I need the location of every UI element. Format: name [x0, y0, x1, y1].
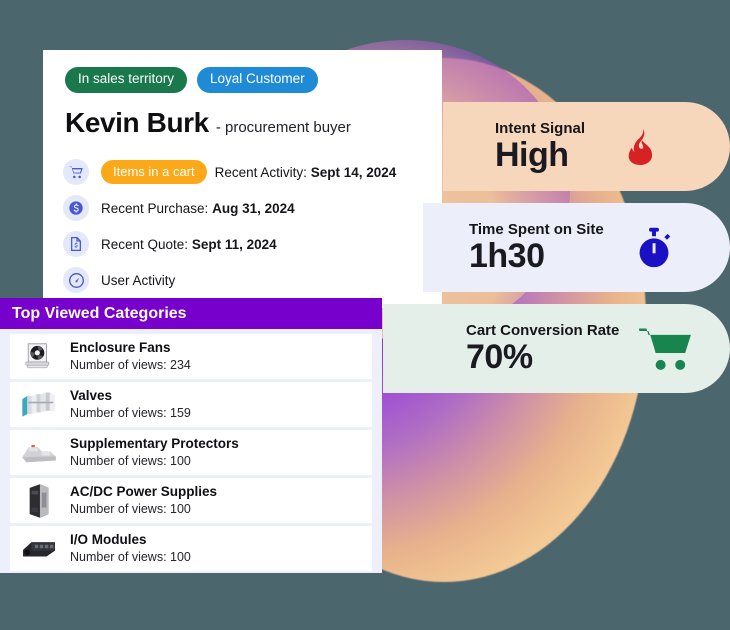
stat-card-time-spent: Time Spent on Site 1h30: [423, 203, 730, 292]
stat-card-intent-signal: Intent Signal High: [443, 102, 730, 191]
speedometer-icon: [63, 267, 89, 293]
items-in-cart-pill[interactable]: Items in a cart: [101, 160, 207, 184]
stopwatch-icon: [634, 227, 674, 269]
list-item-meta: Enclosure Fans Number of views: 234: [70, 340, 191, 373]
list-item-meta: Supplementary Protectors Number of views…: [70, 436, 239, 469]
badge-group: In sales territory Loyal Customer: [65, 67, 318, 93]
activity-value-recent-quote: Sept 11, 2024: [191, 236, 277, 252]
list-item[interactable]: Valves Number of views: 159: [10, 382, 372, 427]
activity-value-recent-purchase: Aug 31, 2024: [212, 200, 295, 216]
category-name: Supplementary Protectors: [70, 435, 239, 451]
activity-recent-purchase-text: Recent Purchase: Aug 31, 2024: [101, 201, 295, 216]
category-views: Number of views: 234: [70, 357, 191, 372]
io-module-thumb: [16, 529, 62, 569]
activity-row-recent-activity: Items in a cart Recent Activity: Sept 14…: [63, 157, 423, 187]
protector-thumb: [16, 433, 62, 473]
stat-text-cart-conversion: Cart Conversion Rate 70%: [466, 322, 619, 376]
dashboard-stage: In sales territory Loyal Customer Kevin …: [0, 0, 730, 630]
category-views: Number of views: 100: [70, 549, 191, 564]
contact-role: - procurement buyer: [215, 119, 351, 136]
flame-icon: [625, 128, 657, 165]
category-name: Valves: [70, 387, 113, 403]
quote-document-icon: [63, 231, 89, 257]
category-name: Enclosure Fans: [70, 339, 171, 355]
power-supply-thumb: [16, 481, 62, 521]
category-name: AC/DC Power Supplies: [70, 483, 218, 499]
list-item-meta: AC/DC Power Supplies Number of views: 10…: [70, 484, 217, 517]
activity-recent-quote-text: Recent Quote: Sept 11, 2024: [101, 237, 277, 252]
categories-header: Top Viewed Categories: [0, 298, 382, 329]
stat-card-cart-conversion: Cart Conversion Rate 70%: [383, 304, 730, 393]
list-item[interactable]: Supplementary Protectors Number of views…: [10, 430, 372, 475]
activity-label-recent-activity: Recent Activity:: [214, 164, 307, 180]
contact-name-row: Kevin Burk - procurement buyer: [65, 107, 351, 139]
activity-recent-activity-text: Recent Activity: Sept 14, 2024: [215, 165, 397, 180]
category-views: Number of views: 100: [70, 501, 191, 516]
activity-row-recent-purchase: Recent Purchase: Aug 31, 2024: [63, 193, 423, 223]
badge-sales-territory[interactable]: In sales territory: [65, 67, 188, 93]
categories-list: Enclosure Fans Number of views: 234 Valv…: [0, 329, 382, 571]
shopping-cart-icon: [63, 159, 89, 185]
activity-user-activity-text: User Activity: [101, 272, 176, 288]
stat-label: Cart Conversion Rate: [466, 321, 620, 339]
activity-label-recent-purchase: Recent Purchase:: [101, 200, 209, 216]
category-views: Number of views: 159: [70, 405, 191, 420]
contact-card: In sales territory Loyal Customer Kevin …: [43, 50, 442, 308]
stat-label: Intent Signal: [495, 119, 585, 137]
category-name: I/O Modules: [70, 531, 147, 547]
activity-label-recent-quote: Recent Quote:: [101, 236, 189, 252]
dollar-circle-icon: [63, 195, 89, 221]
category-views: Number of views: 100: [70, 453, 191, 468]
list-item[interactable]: I/O Modules Number of views: 100: [10, 526, 372, 571]
activity-row-user-activity: User Activity: [63, 265, 423, 295]
stat-text-intent-signal: Intent Signal High: [495, 120, 585, 174]
list-item[interactable]: Enclosure Fans Number of views: 234: [10, 334, 372, 379]
stat-value: 1h30: [469, 236, 545, 275]
contact-name: Kevin Burk: [65, 107, 209, 138]
stat-value: High: [495, 135, 569, 174]
stat-value: 70%: [466, 337, 533, 376]
enclosure-fan-thumb: [16, 337, 62, 377]
categories-title: Top Viewed Categories: [12, 304, 187, 322]
list-item-meta: I/O Modules Number of views: 100: [70, 532, 191, 565]
activity-list: Items in a cart Recent Activity: Sept 14…: [63, 157, 423, 301]
activity-row-recent-quote: Recent Quote: Sept 11, 2024: [63, 229, 423, 259]
valve-thumb: [16, 385, 62, 425]
activity-value-recent-activity: Sept 14, 2024: [310, 164, 397, 180]
badge-loyal-customer[interactable]: Loyal Customer: [197, 67, 318, 93]
top-viewed-categories-panel: Top Viewed Categories Enclosure Fans Num…: [0, 298, 382, 573]
list-item-meta: Valves Number of views: 159: [70, 388, 191, 421]
list-item[interactable]: AC/DC Power Supplies Number of views: 10…: [10, 478, 372, 523]
cart-icon: [639, 326, 693, 372]
stat-text-time-spent: Time Spent on Site 1h30: [469, 221, 604, 275]
stat-label: Time Spent on Site: [469, 220, 604, 238]
